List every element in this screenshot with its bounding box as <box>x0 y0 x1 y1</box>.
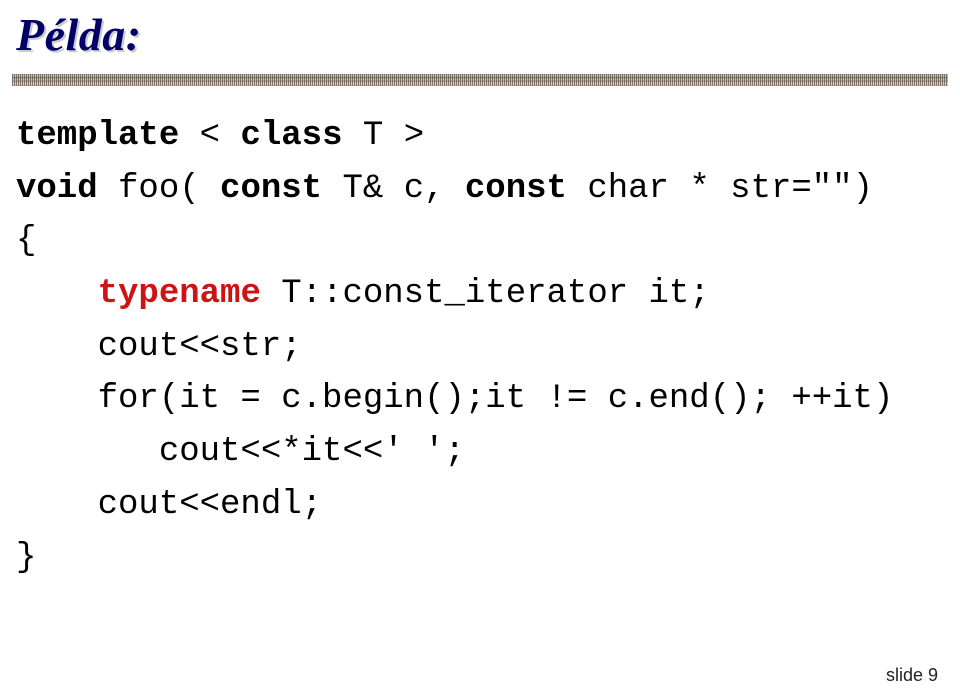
title-divider <box>12 74 948 86</box>
kw-typename: typename <box>98 275 261 313</box>
code-block: template < class T > void foo( const T& … <box>16 110 893 584</box>
code-text: cout<<str; <box>16 328 302 366</box>
slide-number: slide 9 <box>886 665 938 686</box>
kw-class: class <box>240 117 342 155</box>
code-text: < <box>179 117 240 155</box>
slide-page: Példa: template < class T > void foo( co… <box>0 0 960 698</box>
code-text: } <box>16 539 36 577</box>
code-text: T::const_iterator it; <box>261 275 710 313</box>
code-text: T& c, <box>322 170 465 208</box>
code-text: char * str="") <box>567 170 873 208</box>
code-text: for(it = c.begin();it != c.end(); ++it) <box>16 380 893 418</box>
code-text: cout<<endl; <box>16 486 322 524</box>
kw-void: void <box>16 170 98 208</box>
kw-template: template <box>16 117 179 155</box>
code-text: cout<<*it<<' '; <box>16 433 465 471</box>
kw-const: const <box>220 170 322 208</box>
code-text <box>16 275 98 313</box>
code-text: T > <box>342 117 424 155</box>
kw-const: const <box>465 170 567 208</box>
code-text: { <box>16 222 36 260</box>
slide-title: Példa: <box>16 8 142 61</box>
code-text: foo( <box>98 170 220 208</box>
